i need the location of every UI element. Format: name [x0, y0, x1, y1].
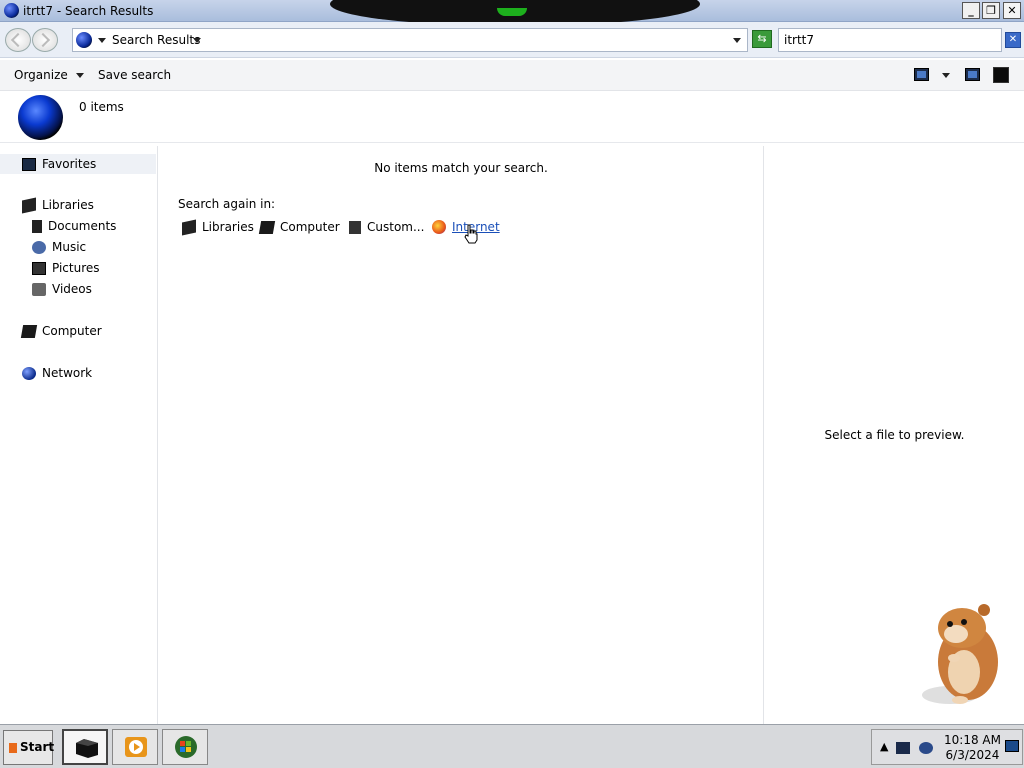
- back-arrow-icon: [10, 32, 26, 48]
- refresh-button[interactable]: ⇆: [752, 30, 772, 48]
- search-input[interactable]: [779, 29, 1001, 51]
- search-again-computer[interactable]: Computer: [258, 220, 340, 234]
- show-hidden-icons-chevron-up-icon[interactable]: ▲: [880, 740, 888, 753]
- save-search-button[interactable]: Save search: [98, 68, 171, 82]
- search-again-libraries[interactable]: Libraries: [182, 219, 254, 235]
- windows-logo-icon: [175, 736, 197, 758]
- music-note-icon: [32, 240, 46, 254]
- back-button[interactable]: [5, 28, 31, 52]
- nav-label-music: Music: [52, 240, 87, 254]
- clock[interactable]: 10:18 AM 6/3/2024: [944, 733, 1001, 763]
- documents-icon: [32, 219, 42, 233]
- clock-time: 10:18 AM: [944, 733, 1001, 747]
- explorer-orb-icon: [4, 3, 19, 18]
- nav-item-pictures[interactable]: Pictures: [32, 261, 100, 275]
- clock-date: 6/3/2024: [945, 748, 1000, 762]
- items-count: 0 items: [79, 100, 124, 114]
- libraries-icon: [22, 197, 36, 213]
- close-button[interactable]: ✕: [1003, 2, 1021, 19]
- search-again-computer-label: Computer: [280, 220, 340, 234]
- nav-label-computer: Computer: [42, 324, 102, 338]
- results-pane: No items match your search. Search again…: [161, 146, 761, 724]
- location-orb-icon: [76, 32, 92, 48]
- search-again-custom-label: Custom...: [367, 220, 425, 234]
- hamster-mascot-image: [922, 604, 998, 704]
- taskbar-windows-button[interactable]: [162, 729, 208, 765]
- taskbar: Start ▲ 10:18 AM 6/3/2024: [0, 724, 1024, 768]
- address-history-dropdown-icon[interactable]: [733, 38, 741, 43]
- forward-arrow-icon: [35, 32, 51, 48]
- view-options-chevron-down-icon[interactable]: [942, 73, 950, 78]
- nav-item-favorites[interactable]: Favorites: [0, 154, 156, 174]
- nav-label-libraries: Libraries: [42, 198, 94, 212]
- custom-folder-icon: [349, 220, 361, 234]
- nav-item-computer[interactable]: Computer: [20, 324, 102, 338]
- firefox-icon: [432, 220, 446, 234]
- nav-item-music[interactable]: Music: [32, 240, 86, 254]
- breadcrumb-chevron-icon[interactable]: [98, 38, 106, 43]
- taskbar-explorer-button[interactable]: [62, 729, 108, 765]
- hand-cursor-icon: [464, 224, 478, 244]
- command-bar: Organize Save search: [0, 60, 1024, 91]
- nav-label-videos: Videos: [52, 282, 92, 296]
- nav-label-favorites: Favorites: [42, 157, 97, 171]
- organize-button[interactable]: Organize: [14, 68, 84, 82]
- nav-item-videos[interactable]: Videos: [32, 282, 92, 296]
- nav-label-network: Network: [42, 366, 93, 380]
- nav-item-documents[interactable]: Documents: [32, 219, 116, 233]
- forward-button[interactable]: [32, 28, 58, 52]
- computer-icon: [20, 324, 38, 338]
- explorer-folder-icon: [76, 739, 98, 758]
- volume-tray-icon[interactable]: [919, 742, 933, 754]
- show-desktop-icon[interactable]: [1005, 740, 1019, 752]
- search-results-orb-icon: [18, 95, 63, 140]
- network-tray-icon[interactable]: [896, 742, 910, 754]
- system-tray: ▲ 10:18 AM 6/3/2024: [871, 729, 1023, 765]
- nav-label-documents: Documents: [48, 219, 117, 233]
- titlebar-decoration-accent: [497, 8, 527, 16]
- breadcrumb-dropdown-icon[interactable]: [193, 38, 201, 43]
- search-again-label: Search again in:: [178, 197, 276, 211]
- no-results-message: No items match your search.: [374, 161, 548, 175]
- change-view-icon[interactable]: [914, 68, 929, 81]
- nav-label-pictures: Pictures: [52, 261, 100, 275]
- preview-pane-icon[interactable]: [965, 68, 980, 81]
- nav-item-network[interactable]: Network: [22, 366, 92, 380]
- address-row: Search Results ⇆ ✕: [0, 22, 1024, 58]
- taskbar-media-player-button[interactable]: [112, 729, 158, 765]
- navigation-pane: Favorites Libraries Documents Music Pict…: [0, 146, 158, 724]
- organize-chevron-down-icon: [75, 73, 84, 78]
- start-button[interactable]: Start: [3, 730, 54, 765]
- preview-message: Select a file to preview.: [824, 428, 965, 442]
- details-header: 0 items: [0, 91, 1024, 143]
- organize-label: Organize: [14, 68, 68, 82]
- search-again-custom[interactable]: Custom...: [349, 220, 424, 234]
- search-box[interactable]: [778, 28, 1002, 52]
- search-again-libraries-label: Libraries: [202, 220, 254, 234]
- minimize-button[interactable]: _: [962, 2, 980, 19]
- media-player-icon: [125, 737, 147, 757]
- address-bar[interactable]: Search Results: [72, 28, 748, 52]
- help-icon[interactable]: [993, 67, 1009, 83]
- computer-icon: [258, 220, 276, 234]
- window-title: itrtt7 - Search Results: [23, 4, 154, 18]
- libraries-icon: [182, 219, 196, 235]
- nav-item-libraries[interactable]: Libraries: [22, 197, 94, 213]
- pictures-icon: [32, 261, 46, 275]
- title-bar: itrtt7 - Search Results _ ❐ ✕: [0, 0, 1024, 26]
- videos-icon: [32, 282, 46, 296]
- breadcrumb-search-results[interactable]: Search Results: [112, 33, 200, 47]
- network-globe-icon: [22, 366, 36, 380]
- favorites-star-icon: [22, 157, 36, 171]
- clear-search-button[interactable]: ✕: [1005, 32, 1021, 48]
- maximize-button[interactable]: ❐: [982, 2, 1000, 19]
